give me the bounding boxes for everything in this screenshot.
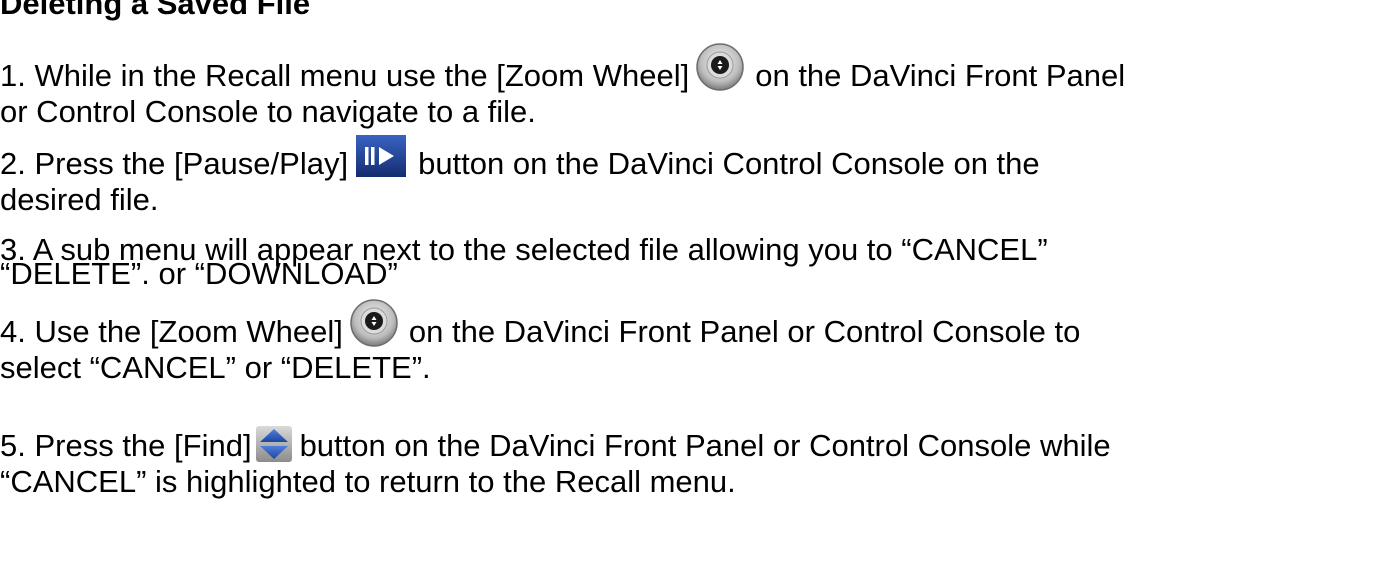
step-2-text-before: 2. Press the [Pause/Play] <box>0 146 349 181</box>
step-5-line-2: “CANCEL” is highlighted to return to the… <box>0 464 736 499</box>
step-1-line-2: or Control Console to navigate to a file… <box>0 94 536 129</box>
find-arrows-icon <box>255 425 292 462</box>
step-4-line-1: 4. Use the [Zoom Wheel] on the DaVinci F… <box>0 299 1081 350</box>
step-1-text-after: on the DaVinci Front Panel <box>755 58 1126 93</box>
step-4-line-2: select “CANCEL” or “DELETE”. <box>0 350 431 385</box>
step-2-text-after: button on the DaVinci Control Console on… <box>418 146 1040 181</box>
step-1: 1. While in the Recall menu use the [Zoo… <box>0 43 1126 130</box>
step-4-text-after: on the DaVinci Front Panel or Control Co… <box>408 314 1081 349</box>
step-2-line-1: 2. Press the [Pause/Play] button on the … <box>0 134 1040 182</box>
step-1-line-1: 1. While in the Recall menu use the [Zoo… <box>0 43 1126 94</box>
step-1-text-before: 1. While in the Recall menu use the [Zoo… <box>0 58 690 93</box>
zoom-wheel-icon <box>696 43 744 91</box>
pause-play-icon <box>356 134 407 177</box>
step-5-text-after: button on the DaVinci Front Panel or Con… <box>299 428 1111 463</box>
zoom-wheel-icon <box>350 299 398 347</box>
step-4: 4. Use the [Zoom Wheel] on the DaVinci F… <box>0 299 1081 386</box>
step-2-line-2: desired file. <box>0 182 159 217</box>
step-5: 5. Press the [Find] button on the DaVinc… <box>0 425 1111 500</box>
step-2: 2. Press the [Pause/Play] button on the … <box>0 134 1040 218</box>
step-4-text-before: 4. Use the [Zoom Wheel] <box>0 314 343 349</box>
step-3: 3. A sub menu will appear next to the se… <box>0 232 1048 292</box>
step-5-text-before: 5. Press the [Find] <box>0 428 252 463</box>
step-5-line-1: 5. Press the [Find] button on the DaVinc… <box>0 425 1111 464</box>
section-heading: Deleting a Saved File <box>0 0 311 21</box>
